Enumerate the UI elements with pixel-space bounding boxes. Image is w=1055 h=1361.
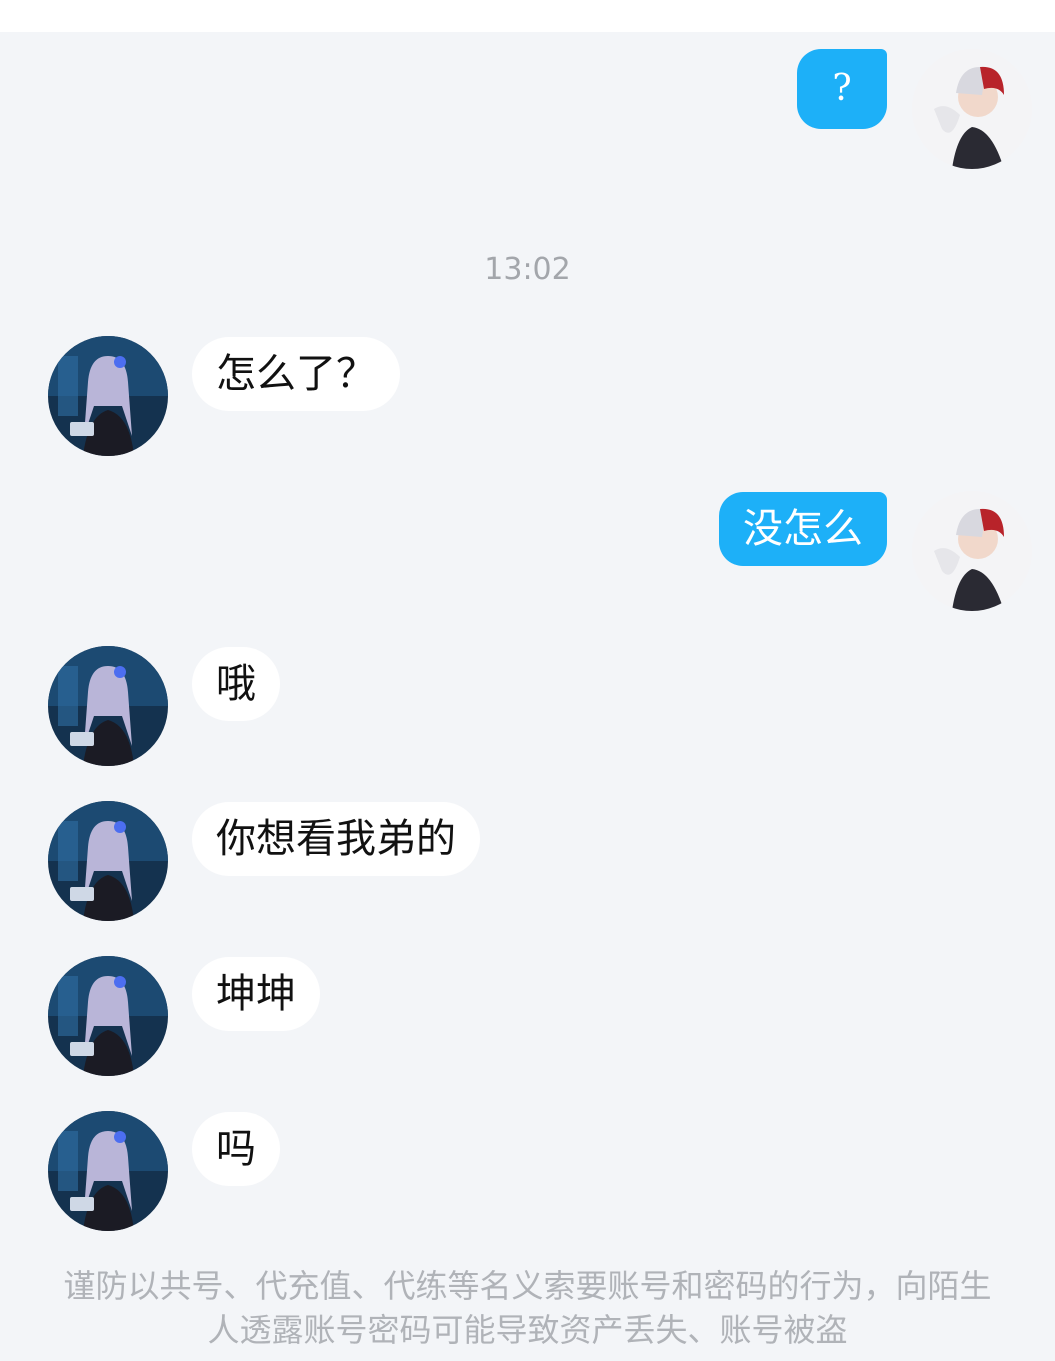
message-bubble-received[interactable]: 你想看我弟的	[192, 802, 480, 876]
user-avatar-icon[interactable]	[912, 491, 1032, 611]
contact-avatar-icon[interactable]	[48, 801, 168, 921]
message-bubble-received[interactable]: 吗	[192, 1112, 280, 1186]
chat-message-list[interactable]: ? 13:02 怎么了？ 没怎么 哦 你想看我弟的 坤坤 吗	[0, 32, 1055, 1361]
security-notice: 谨防以共号、代充值、代练等名义索要账号和密码的行为，向陌生人透露账号密码可能导致…	[63, 1267, 992, 1349]
contact-avatar-icon[interactable]	[48, 646, 168, 766]
message-timestamp: 13:02	[484, 252, 571, 287]
message-bubble-received[interactable]: 怎么了？	[192, 337, 400, 411]
message-bubble-received[interactable]: 坤坤	[192, 957, 320, 1031]
contact-avatar-icon[interactable]	[48, 336, 168, 456]
top-bar	[0, 0, 1055, 32]
message-bubble-received[interactable]: 哦	[192, 647, 280, 721]
contact-avatar-icon[interactable]	[48, 956, 168, 1076]
message-bubble-sent[interactable]: ?	[797, 49, 887, 129]
message-bubble-sent[interactable]: 没怎么	[719, 492, 887, 566]
user-avatar-icon[interactable]	[912, 49, 1032, 169]
contact-avatar-icon[interactable]	[48, 1111, 168, 1231]
